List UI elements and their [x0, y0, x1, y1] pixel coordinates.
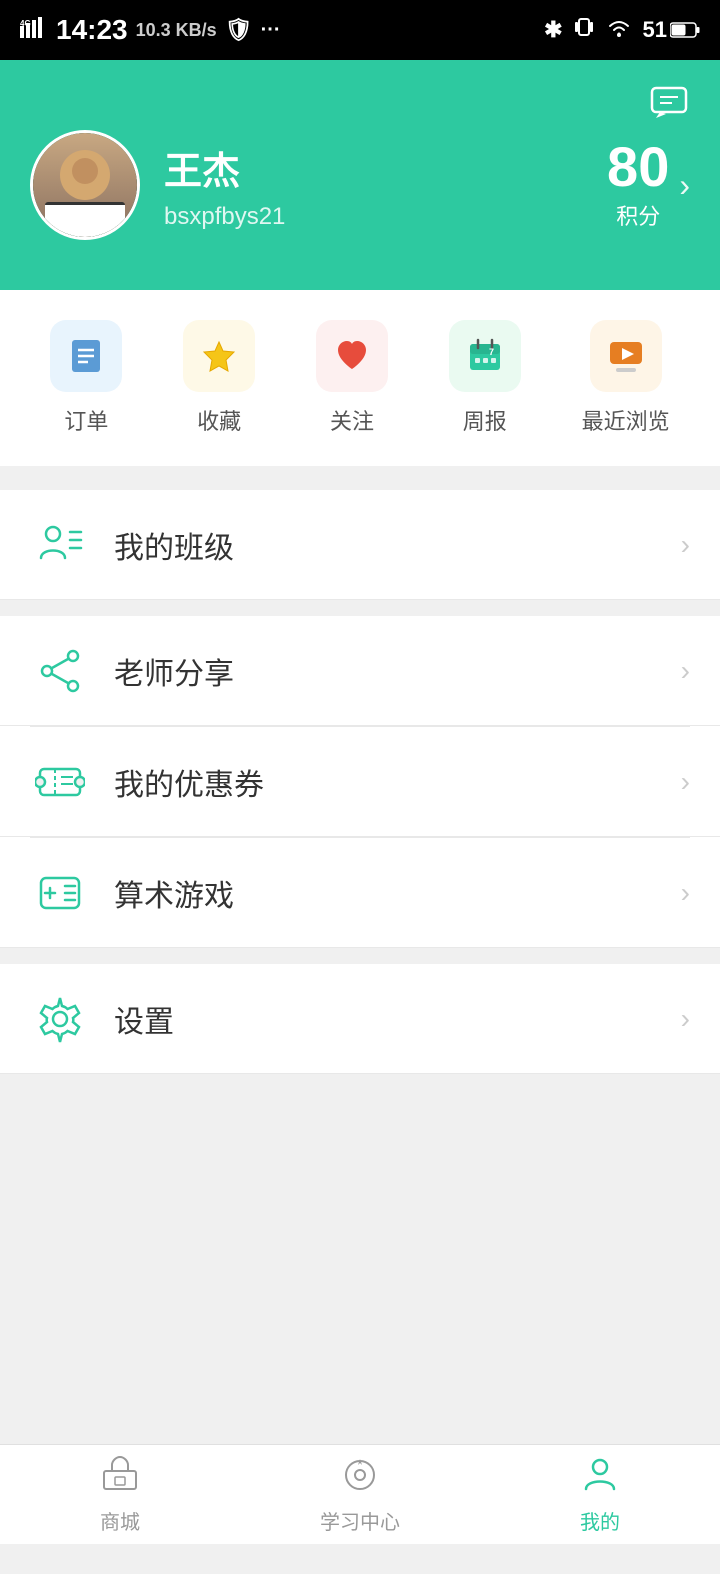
settings-arrow: › [681, 1003, 690, 1035]
avatar[interactable] [30, 130, 140, 240]
user-id: bsxpfbys21 [164, 203, 607, 231]
speed-display: 10.3 KB/s [136, 20, 217, 41]
section-gap-3 [0, 948, 720, 964]
nav-item-mine[interactable]: 我的 [480, 1455, 720, 1535]
menu-section: 我的班级 › [0, 490, 720, 600]
quick-item-weekly[interactable]: 7 周报 [449, 320, 521, 436]
menu-item-settings[interactable]: 设置 › [0, 964, 720, 1074]
gray-fill-area [0, 1074, 720, 1474]
profile-info: 王杰 bsxpfbys21 [164, 140, 607, 231]
dots-icon: ··· [261, 19, 281, 42]
bottom-nav: 商城 学习中心 我的 [0, 1444, 720, 1544]
wifi-icon [605, 16, 633, 44]
bluetooth-icon: ✱ [544, 17, 562, 43]
svg-text:4G: 4G [20, 19, 31, 28]
svg-text:7: 7 [489, 347, 494, 357]
settings-label: 设置 [114, 997, 681, 1041]
quick-item-follow[interactable]: 关注 [316, 320, 388, 436]
section-gap-1 [0, 474, 720, 490]
order-label: 订单 [64, 404, 108, 436]
share-icon [30, 641, 90, 701]
settings-icon [30, 989, 90, 1049]
points-section[interactable]: 80 积分 › [607, 139, 690, 231]
profile-row: 王杰 bsxpfbys21 80 积分 › [30, 130, 690, 240]
coupon-icon [30, 752, 90, 812]
profile-header: 王杰 bsxpfbys21 80 积分 › [0, 60, 720, 290]
follow-icon-wrap [316, 320, 388, 392]
nav-item-study[interactable]: 学习中心 [240, 1455, 480, 1535]
shop-label: 商城 [100, 1506, 140, 1535]
game-arrow: › [681, 877, 690, 909]
class-icon [30, 515, 90, 575]
weekly-icon-wrap: 7 [449, 320, 521, 392]
share-label: 老师分享 [114, 649, 681, 693]
status-right: ✱ 51 [544, 15, 700, 45]
vibrate-icon [573, 15, 595, 45]
time-display: 14:23 [56, 14, 128, 46]
shield-icon: 🛡 [225, 17, 253, 43]
quick-menu: 订单 收藏 关注 [0, 290, 720, 474]
menu-section-2: 老师分享 › 我的优惠券 › [0, 616, 720, 948]
network-icon: 4G [20, 16, 48, 44]
collect-icon-wrap [183, 320, 255, 392]
shop-icon [100, 1455, 140, 1500]
menu-item-class[interactable]: 我的班级 › [0, 490, 720, 600]
menu-item-share[interactable]: 老师分享 › [0, 616, 720, 726]
game-label: 算术游戏 [114, 871, 681, 915]
user-name: 王杰 [164, 140, 607, 195]
message-icon[interactable] [648, 80, 690, 131]
mine-label: 我的 [580, 1506, 620, 1535]
order-icon-wrap [50, 320, 122, 392]
follow-label: 关注 [330, 404, 374, 436]
status-bar: 4G 14:23 10.3 KB/s 🛡 ··· ✱ 51 [0, 0, 720, 60]
share-arrow: › [681, 655, 690, 687]
browse-icon-wrap [590, 320, 662, 392]
collect-label: 收藏 [197, 404, 241, 436]
points-value: 80 [607, 139, 669, 195]
coupon-arrow: › [681, 766, 690, 798]
study-label: 学习中心 [320, 1506, 400, 1535]
browse-label: 最近浏览 [582, 404, 670, 436]
quick-item-browse[interactable]: 最近浏览 [582, 320, 670, 436]
status-left: 4G 14:23 10.3 KB/s 🛡 ··· [20, 14, 281, 46]
game-icon [30, 863, 90, 923]
quick-item-order[interactable]: 订单 [50, 320, 122, 436]
points-arrow: › [679, 167, 690, 204]
study-icon [340, 1455, 380, 1500]
section-gap-2 [0, 600, 720, 616]
coupon-label: 我的优惠券 [114, 760, 681, 804]
nav-item-shop[interactable]: 商城 [0, 1455, 240, 1535]
menu-section-3: 设置 › [0, 964, 720, 1074]
mine-icon [580, 1455, 620, 1500]
menu-item-coupon[interactable]: 我的优惠券 › [0, 727, 720, 837]
quick-item-collect[interactable]: 收藏 [183, 320, 255, 436]
menu-item-game[interactable]: 算术游戏 › [0, 838, 720, 948]
points-label: 积分 [607, 199, 669, 231]
battery-display: 51 [643, 17, 700, 43]
class-label: 我的班级 [114, 523, 681, 567]
class-arrow: › [681, 529, 690, 561]
weekly-label: 周报 [463, 404, 507, 436]
